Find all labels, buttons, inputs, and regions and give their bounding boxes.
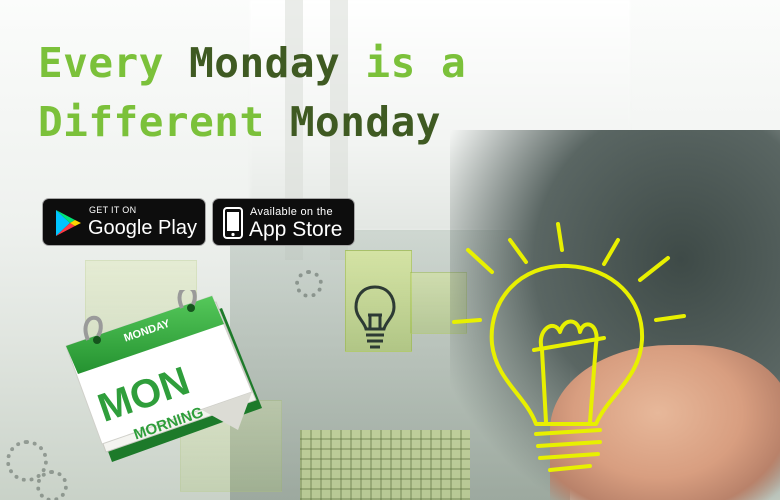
lightbulb-icon (354, 285, 396, 349)
calendar-icon: MONDAY MON MORNING (65, 290, 262, 462)
headline-line-1: Every Monday is a (38, 34, 466, 93)
app-store-label: App Store (249, 218, 343, 241)
headline-highlight: Monday (289, 98, 441, 146)
headline-line-2: Different Monday (38, 93, 466, 152)
hero-banner: Every Monday is a Different Monday GET I… (0, 0, 780, 500)
headline-highlight: Monday (189, 39, 341, 87)
app-store-small-label: Available on the (250, 206, 333, 218)
app-store-button[interactable]: Available on the App Store (212, 198, 355, 246)
lightbulb-icon (452, 222, 686, 472)
apple-icon (223, 207, 243, 239)
gear-icon (36, 470, 68, 500)
google-play-small-label: GET IT ON (89, 205, 137, 215)
google-play-icon (56, 210, 81, 236)
background-world-map (300, 430, 470, 500)
headline-text: is a (340, 39, 467, 87)
headline-text: Different (38, 98, 290, 146)
page-title: Every Monday is a Different Monday (38, 34, 466, 152)
headline-text: Every (38, 39, 190, 87)
gear-icon (295, 270, 323, 298)
google-play-button[interactable]: GET IT ON Google Play (42, 198, 206, 246)
google-play-label: Google Play (88, 217, 197, 239)
